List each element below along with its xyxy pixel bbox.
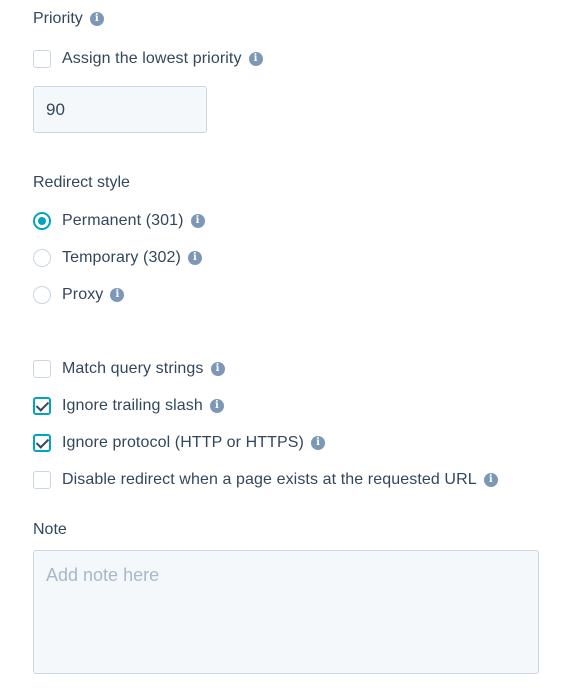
ignore-protocol-checkbox[interactable] xyxy=(33,434,51,452)
note-label: Note xyxy=(33,521,67,538)
priority-input[interactable] xyxy=(33,86,207,133)
redirect-style-section-label: Redirect style xyxy=(33,174,130,192)
redirect-option-temporary[interactable]: Temporary (302) i xyxy=(33,247,202,269)
temporary-info-icon[interactable]: i xyxy=(187,251,202,265)
redirect-option-proxy[interactable]: Proxy i xyxy=(33,284,125,306)
ignore-trailing-slash-label: Ignore trailing slash xyxy=(62,397,203,414)
proxy-label: Proxy xyxy=(62,286,104,303)
disable-redirect-checkbox[interactable] xyxy=(33,471,51,489)
disable-redirect-info-icon[interactable]: i xyxy=(483,473,498,487)
permanent-info-icon[interactable]: i xyxy=(190,214,205,228)
temporary-label: Temporary (302) xyxy=(62,249,181,266)
disable-redirect-label: Disable redirect when a page exists at t… xyxy=(62,471,477,488)
priority-section-label: Priority i xyxy=(33,10,104,28)
permanent-label: Permanent (301) xyxy=(62,212,184,229)
ignore-trailing-slash-option[interactable]: Ignore trailing slash i xyxy=(33,395,224,417)
match-query-strings-label: Match query strings xyxy=(62,360,204,377)
ignore-protocol-label: Ignore protocol (HTTP or HTTPS) xyxy=(62,434,304,451)
match-query-strings-option[interactable]: Match query strings i xyxy=(33,358,225,380)
ignore-protocol-info-icon[interactable]: i xyxy=(310,436,325,450)
match-query-strings-info-icon[interactable]: i xyxy=(210,362,225,376)
permanent-radio[interactable] xyxy=(33,212,51,230)
temporary-radio[interactable] xyxy=(33,249,51,267)
redirect-option-permanent[interactable]: Permanent (301) i xyxy=(33,210,205,232)
ignore-protocol-option[interactable]: Ignore protocol (HTTP or HTTPS) i xyxy=(33,432,325,454)
note-textarea[interactable] xyxy=(33,550,539,674)
lowest-priority-checkbox[interactable] xyxy=(33,50,51,68)
proxy-info-icon[interactable]: i xyxy=(110,288,125,302)
proxy-radio[interactable] xyxy=(33,286,51,304)
lowest-priority-label: Assign the lowest priority xyxy=(62,50,242,67)
ignore-trailing-slash-checkbox[interactable] xyxy=(33,397,51,415)
disable-redirect-option[interactable]: Disable redirect when a page exists at t… xyxy=(33,469,498,491)
redirect-style-label: Redirect style xyxy=(33,174,130,191)
lowest-priority-option[interactable]: Assign the lowest priority i xyxy=(33,48,263,70)
priority-info-icon[interactable]: i xyxy=(89,12,104,26)
match-query-strings-checkbox[interactable] xyxy=(33,360,51,378)
priority-label: Priority xyxy=(33,10,83,27)
ignore-trailing-slash-info-icon[interactable]: i xyxy=(209,399,224,413)
lowest-priority-info-icon[interactable]: i xyxy=(248,52,263,66)
note-section-label: Note xyxy=(33,521,67,539)
